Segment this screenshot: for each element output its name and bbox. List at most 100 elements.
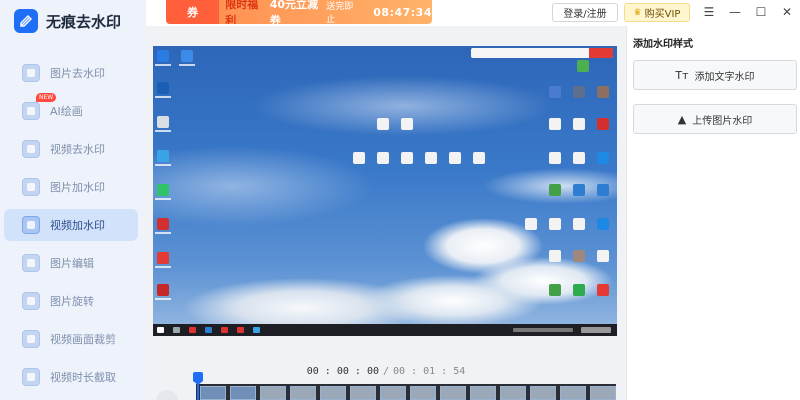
desktop-file-icon [425,152,437,164]
desktop-file-icon [549,218,561,230]
taskbar-icon [173,327,180,333]
sidebar-item-label: 图片去水印 [50,67,105,80]
promo-subtitle: 送完即止 [326,2,354,24]
panel-title: 添加水印样式 [633,39,693,50]
desktop-app-icon [549,184,561,196]
promo-banner[interactable]: 券 限时福利 40元立减券 送完即止 08:47:34 [166,0,432,24]
app-window: 无痕去水印 图片去水印 NEW AI绘画 视频去水印 图片加水印 视频加水印 图… [0,0,800,400]
login-register-button[interactable]: 登录/注册 [552,3,618,22]
add-text-watermark-label: 添加文字水印 [694,71,755,83]
playhead-handle[interactable] [193,372,203,385]
video-timeline[interactable] [196,384,616,400]
desktop-app-icon [597,218,609,230]
desktop-file-icon [377,152,389,164]
desktop-app-icon [157,252,169,264]
taskbar-icon [189,327,196,333]
desktop-app-icon [549,86,561,98]
total-time: 00 : 01 : 54 [393,365,466,377]
timeline-thumbnail [410,386,436,400]
sidebar-item-image-rotate[interactable]: 图片旋转 [4,285,138,317]
desktop-file-icon [573,152,585,164]
play-button[interactable] [156,390,178,400]
sidebar-item-label: 视频加水印 [50,219,105,232]
taskbar-tray [513,328,573,332]
desktop-file-icon [573,118,585,130]
timeline-thumbnail [290,386,316,400]
buy-vip-button[interactable]: ♛ 购买VIP [624,3,690,22]
upload-image-watermark-button[interactable]: ▲ 上传图片水印 [633,104,797,134]
desktop-app-icon [181,50,193,62]
promo-amount: 40元立减券 [269,0,319,24]
sidebar-item-image-remove-watermark[interactable]: 图片去水印 [4,57,138,89]
sidebar-item-image-edit[interactable]: 图片编辑 [4,247,138,279]
video-preview[interactable] [153,46,617,336]
new-badge: NEW [36,93,57,102]
playhead-line [197,384,199,400]
coupon-label: 券 [187,6,199,19]
coupon-icon: 券 [166,0,220,24]
desktop-file-icon [597,250,609,262]
sidebar-item-label: 视频时长截取 [50,371,116,384]
timeline-thumbnail [500,386,526,400]
sidebar-item-label: AI绘画 [50,105,83,118]
crown-icon: ♛ [633,7,642,18]
sidebar-item-ai-painting[interactable]: NEW AI绘画 [4,93,138,127]
image-add-icon [22,178,40,196]
minimize-icon[interactable]: — [724,2,746,22]
timeline-thumbnail [470,386,496,400]
image-icon: ▲ [677,112,687,126]
windows-start-icon [157,327,164,333]
timeline-thumbnail [350,386,376,400]
desktop-file-icon [377,118,389,130]
desktop-app-icon [597,118,609,130]
sidebar-item-label: 视频去水印 [50,143,105,156]
time-readout: 00 : 00 : 00 / 00 : 01 : 54 [146,360,626,382]
timeline-thumbnail [320,386,346,400]
desktop-file-icon [449,152,461,164]
text-icon: Tт [675,68,689,82]
taskbar-clock [581,327,611,333]
desktop-app-icon [157,116,169,128]
taskbar-icon [221,327,228,333]
desktop-taskbar [153,324,617,336]
video-trim-icon [22,368,40,386]
sidebar-item-video-add-watermark[interactable]: 视频加水印 [4,209,138,241]
desktop-app-icon [157,284,169,296]
sidebar-item-video-remove-watermark[interactable]: 视频去水印 [4,133,138,165]
desktop-file-icon [549,250,561,262]
add-text-watermark-button[interactable]: Tт 添加文字水印 [633,60,797,90]
close-icon[interactable]: ✕ [776,2,798,22]
desktop-file-icon [401,118,413,130]
timeline-thumbnail [440,386,466,400]
desktop-file-icon [473,152,485,164]
desktop-app-icon [157,184,169,196]
taskbar-icon [253,327,260,333]
promo-title: 限时福利 [225,0,259,24]
desktop-file-icon [353,152,365,164]
record-indicator [589,48,613,58]
desktop-app-icon [157,150,169,162]
top-bar: 券 限时福利 40元立减券 送完即止 08:47:34 登录/注册 ♛ 购买VI… [146,0,800,26]
desktop-file-icon [549,152,561,164]
app-title: 无痕去水印 [46,12,122,31]
desktop-app-icon [549,284,561,296]
desktop-app-icon [157,82,169,94]
menu-icon[interactable]: ☰ [698,2,720,22]
sidebar-item-video-trim[interactable]: 视频时长截取 [4,361,138,393]
desktop-app-icon [577,60,589,72]
video-frame-image [153,46,617,324]
sidebar-item-image-add-watermark[interactable]: 图片加水印 [4,171,138,203]
desktop-app-icon [157,50,169,62]
taskbar-icon [205,327,212,333]
maximize-icon[interactable]: ☐ [750,2,772,22]
buy-vip-label: 购买VIP [644,9,681,20]
timeline-thumbnail [530,386,556,400]
desktop-app-icon [573,184,585,196]
desktop-app-icon [597,152,609,164]
desktop-app-icon [573,86,585,98]
desktop-app-icon [573,284,585,296]
sidebar-item-video-crop[interactable]: 视频画面裁剪 [4,323,138,355]
promo-countdown: 08:47:34 [373,5,432,19]
ai-paint-icon [22,102,40,120]
image-remove-icon [22,64,40,82]
